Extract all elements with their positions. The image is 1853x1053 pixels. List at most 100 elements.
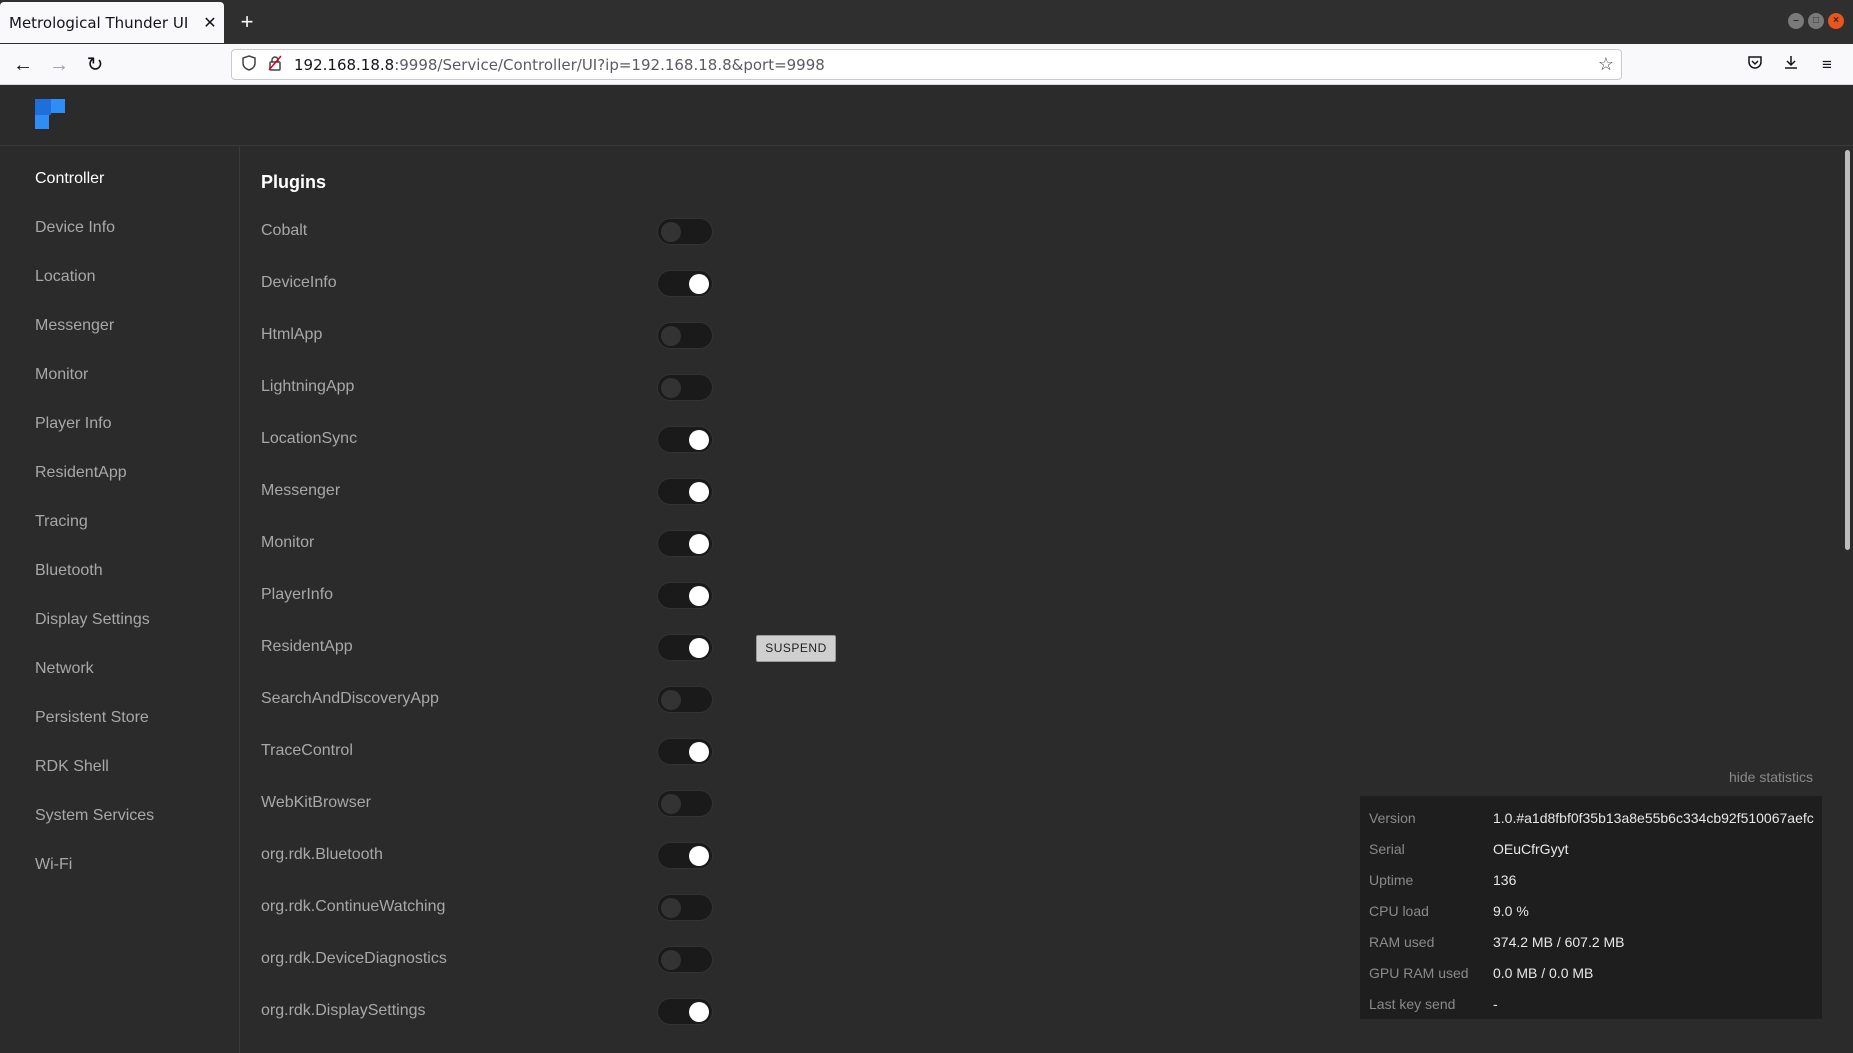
sidebar-item-residentapp[interactable]: ResidentApp — [35, 464, 127, 482]
plugin-toggle[interactable] — [657, 530, 713, 557]
page-title: Plugins — [261, 172, 327, 192]
stat-row-serial: Serial OEuCfrGyyt — [1369, 841, 1819, 861]
maximize-icon: □ — [1812, 15, 1820, 26]
plugin-name: PlayerInfo — [261, 586, 334, 603]
plugin-row: Cobalt — [261, 216, 961, 246]
plugin-toggle[interactable] — [657, 738, 713, 765]
plugin-row: HtmlApp — [261, 320, 961, 350]
plugin-toggle[interactable] — [657, 478, 713, 505]
url-text[interactable]: 192.168.18.8:9998/Service/Controller/UI?… — [294, 56, 1591, 74]
sidebar: Controller Device Info Location Messenge… — [0, 146, 240, 1053]
stat-label: Version — [1369, 810, 1416, 826]
stat-row-ram-used: RAM used 374.2 MB / 607.2 MB — [1369, 934, 1819, 954]
window-maximize-button[interactable]: □ — [1808, 13, 1824, 29]
bookmark-star-icon[interactable]: ☆ — [1591, 54, 1621, 75]
sidebar-item-tracing[interactable]: Tracing — [35, 513, 88, 531]
sidebar-item-wi-fi[interactable]: Wi-Fi — [35, 856, 72, 874]
hamburger-menu-icon[interactable]: ≡ — [1814, 52, 1840, 78]
hide-statistics-link[interactable]: hide statistics — [1729, 769, 1813, 785]
sidebar-item-rdk-shell[interactable]: RDK Shell — [35, 758, 109, 776]
window-minimize-button[interactable]: – — [1788, 13, 1804, 29]
plugin-name: org.rdk.DisplaySettings — [261, 1002, 426, 1019]
forward-arrow-icon[interactable]: → — [46, 52, 72, 78]
stat-row-cpu-load: CPU load 9.0 % — [1369, 903, 1819, 923]
plugin-row: org.rdk.DisplaySettings — [261, 996, 961, 1026]
reload-icon[interactable]: ↻ — [82, 52, 108, 78]
sidebar-item-monitor[interactable]: Monitor — [35, 366, 88, 384]
browser-tabbar: Metrological Thunder UI ✕ + – □ × — [0, 0, 1853, 44]
plugin-name: org.rdk.Bluetooth — [261, 846, 383, 863]
statistics-panel: Version 1.0.#a1d8fbf0f35b13a8e55b6c334cb… — [1360, 796, 1822, 1019]
plugin-row: Messenger — [261, 476, 961, 506]
plugin-row: DeviceInfo — [261, 268, 961, 298]
plugin-name: TraceControl — [261, 742, 353, 759]
sidebar-item-network[interactable]: Network — [35, 660, 94, 678]
plugin-toggle[interactable] — [657, 426, 713, 453]
plugin-toggle[interactable] — [657, 894, 713, 921]
app-header — [0, 85, 1853, 146]
sidebar-item-bluetooth[interactable]: Bluetooth — [35, 562, 103, 580]
page-scrollbar[interactable] — [1843, 146, 1853, 1053]
minimize-icon: – — [1793, 15, 1799, 26]
sidebar-item-location[interactable]: Location — [35, 268, 96, 286]
plugin-toggle[interactable] — [657, 686, 713, 713]
plugin-name: org.rdk.ContinueWatching — [261, 898, 446, 915]
sidebar-item-messenger[interactable]: Messenger — [35, 317, 114, 335]
plugin-toggle[interactable] — [657, 790, 713, 817]
plugin-name: ResidentApp — [261, 638, 353, 655]
plugin-toggle[interactable] — [657, 374, 713, 401]
plugin-row: ResidentApp SUSPEND — [261, 632, 961, 662]
sidebar-item-system-services[interactable]: System Services — [35, 807, 154, 825]
window-close-button[interactable]: × — [1828, 13, 1844, 29]
plugin-name: LightningApp — [261, 378, 355, 395]
plugin-row: org.rdk.Bluetooth — [261, 840, 961, 870]
suspend-button[interactable]: SUSPEND — [756, 635, 836, 662]
plugin-row: PlayerInfo — [261, 580, 961, 610]
insecure-lock-icon[interactable] — [268, 55, 284, 74]
stat-value: - — [1493, 996, 1498, 1012]
plugin-row: org.rdk.ContinueWatching — [261, 892, 961, 922]
sidebar-item-display-settings[interactable]: Display Settings — [35, 611, 150, 629]
plugin-toggle[interactable] — [657, 634, 713, 661]
plugin-row: WebKitBrowser — [261, 788, 961, 818]
pocket-icon[interactable] — [1742, 52, 1768, 78]
plugin-row: LocationSync — [261, 424, 961, 454]
sidebar-item-persistent-store[interactable]: Persistent Store — [35, 709, 149, 727]
new-tab-icon[interactable]: + — [233, 8, 261, 36]
plugin-name: HtmlApp — [261, 326, 323, 343]
download-icon[interactable] — [1778, 52, 1804, 78]
sidebar-item-controller[interactable]: Controller — [35, 170, 104, 188]
stat-value: 136 — [1493, 872, 1517, 888]
back-arrow-icon[interactable]: ← — [10, 52, 36, 78]
browser-navbar: ← → ↻ 192.168.18.8:9998/Service/Controll… — [0, 44, 1853, 85]
plugin-toggle[interactable] — [657, 582, 713, 609]
sidebar-item-device-info[interactable]: Device Info — [35, 219, 115, 237]
stat-label: Last key send — [1369, 996, 1456, 1012]
plugin-name: DeviceInfo — [261, 274, 337, 291]
tab-close-icon[interactable]: ✕ — [196, 13, 224, 33]
plugin-toggle[interactable] — [657, 842, 713, 869]
plugin-toggle[interactable] — [657, 270, 713, 297]
stat-value: 0.0 MB / 0.0 MB — [1493, 965, 1594, 981]
stat-label: Uptime — [1369, 872, 1414, 888]
shield-icon[interactable] — [242, 55, 258, 74]
plugin-row: LightningApp — [261, 372, 961, 402]
plugin-name: Cobalt — [261, 222, 308, 239]
plugin-toggle[interactable] — [657, 322, 713, 349]
plugin-toggle[interactable] — [657, 218, 713, 245]
stat-value: OEuCfrGyyt — [1493, 841, 1569, 857]
stat-value: 374.2 MB / 607.2 MB — [1493, 934, 1625, 950]
url-bar[interactable]: 192.168.18.8:9998/Service/Controller/UI?… — [231, 49, 1622, 80]
browser-tab[interactable]: Metrological Thunder UI ✕ — [0, 2, 224, 43]
plugin-name: Monitor — [261, 534, 315, 551]
sidebar-item-player-info[interactable]: Player Info — [35, 415, 111, 433]
stat-row-version: Version 1.0.#a1d8fbf0f35b13a8e55b6c334cb… — [1369, 810, 1819, 830]
plugin-row: org.rdk.DeviceDiagnostics — [261, 944, 961, 974]
plugin-name: Messenger — [261, 482, 341, 499]
stat-label: Serial — [1369, 841, 1405, 857]
scrollbar-thumb[interactable] — [1845, 150, 1850, 550]
stat-row-uptime: Uptime 136 — [1369, 872, 1819, 892]
plugin-toggle[interactable] — [657, 946, 713, 973]
plugin-toggle[interactable] — [657, 998, 713, 1025]
plugin-name: WebKitBrowser — [261, 794, 371, 811]
